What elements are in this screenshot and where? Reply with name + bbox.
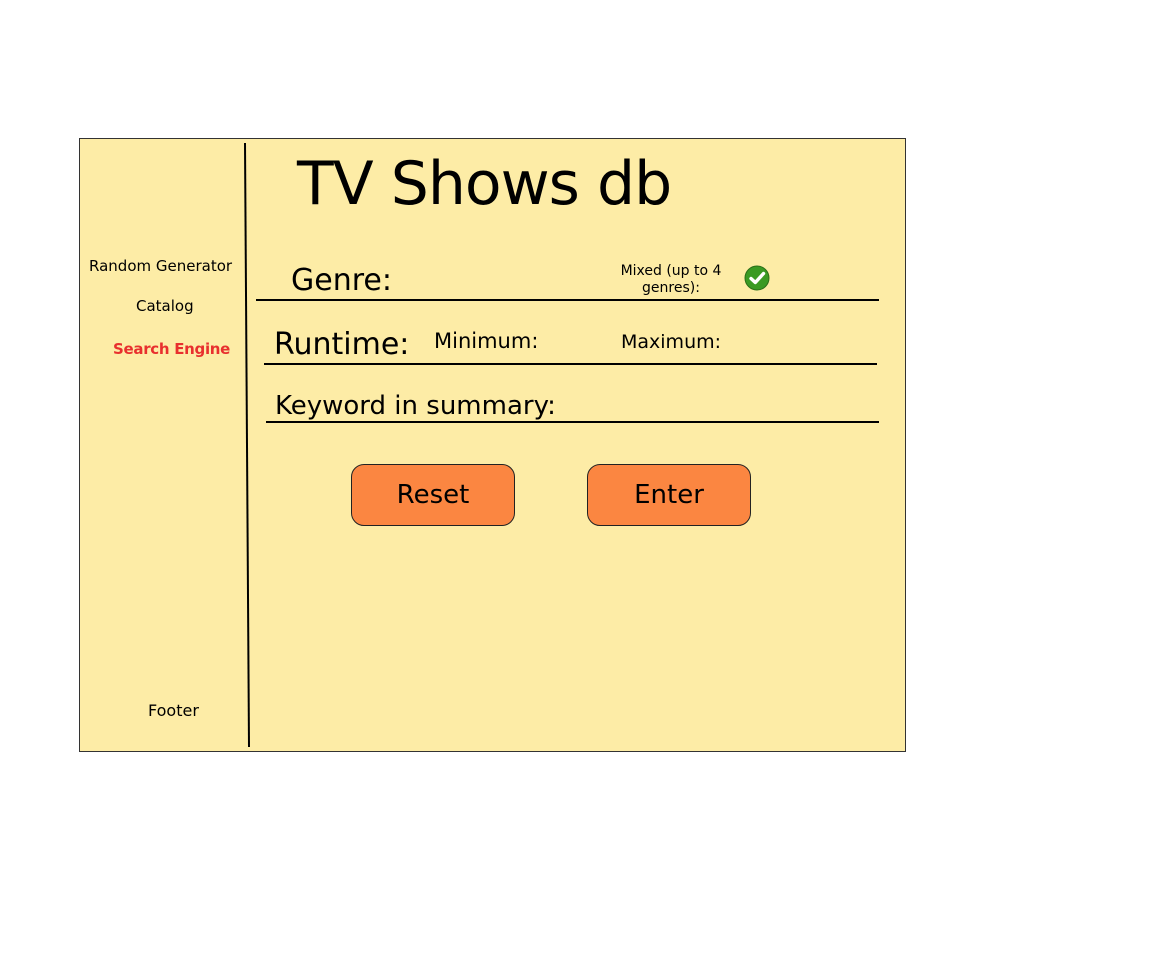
keyword-field[interactable] bbox=[266, 421, 879, 423]
app-window: Random Generator Catalog Search Engine F… bbox=[79, 138, 906, 752]
sidebar-divider bbox=[244, 142, 250, 748]
mixed-genres-label: Mixed (up to 4 genres): bbox=[620, 263, 722, 296]
genre-field[interactable] bbox=[256, 299, 879, 301]
green-checkmark-icon[interactable] bbox=[744, 265, 770, 291]
keyword-label: Keyword in summary: bbox=[275, 391, 556, 421]
sidebar-item-search-engine[interactable]: Search Engine bbox=[113, 340, 230, 358]
footer: Footer bbox=[148, 701, 199, 720]
runtime-label: Runtime: bbox=[274, 327, 410, 362]
runtime-minimum-label: Minimum: bbox=[434, 329, 539, 353]
runtime-maximum-label: Maximum: bbox=[621, 331, 722, 353]
enter-button[interactable]: Enter bbox=[587, 464, 751, 526]
runtime-field[interactable] bbox=[264, 363, 877, 365]
sidebar-item-random-generator[interactable]: Random Generator bbox=[89, 257, 232, 275]
sidebar-item-catalog[interactable]: Catalog bbox=[136, 297, 194, 315]
genre-label: Genre: bbox=[291, 263, 392, 298]
reset-button[interactable]: Reset bbox=[351, 464, 515, 526]
page-title: TV Shows db bbox=[297, 149, 672, 219]
